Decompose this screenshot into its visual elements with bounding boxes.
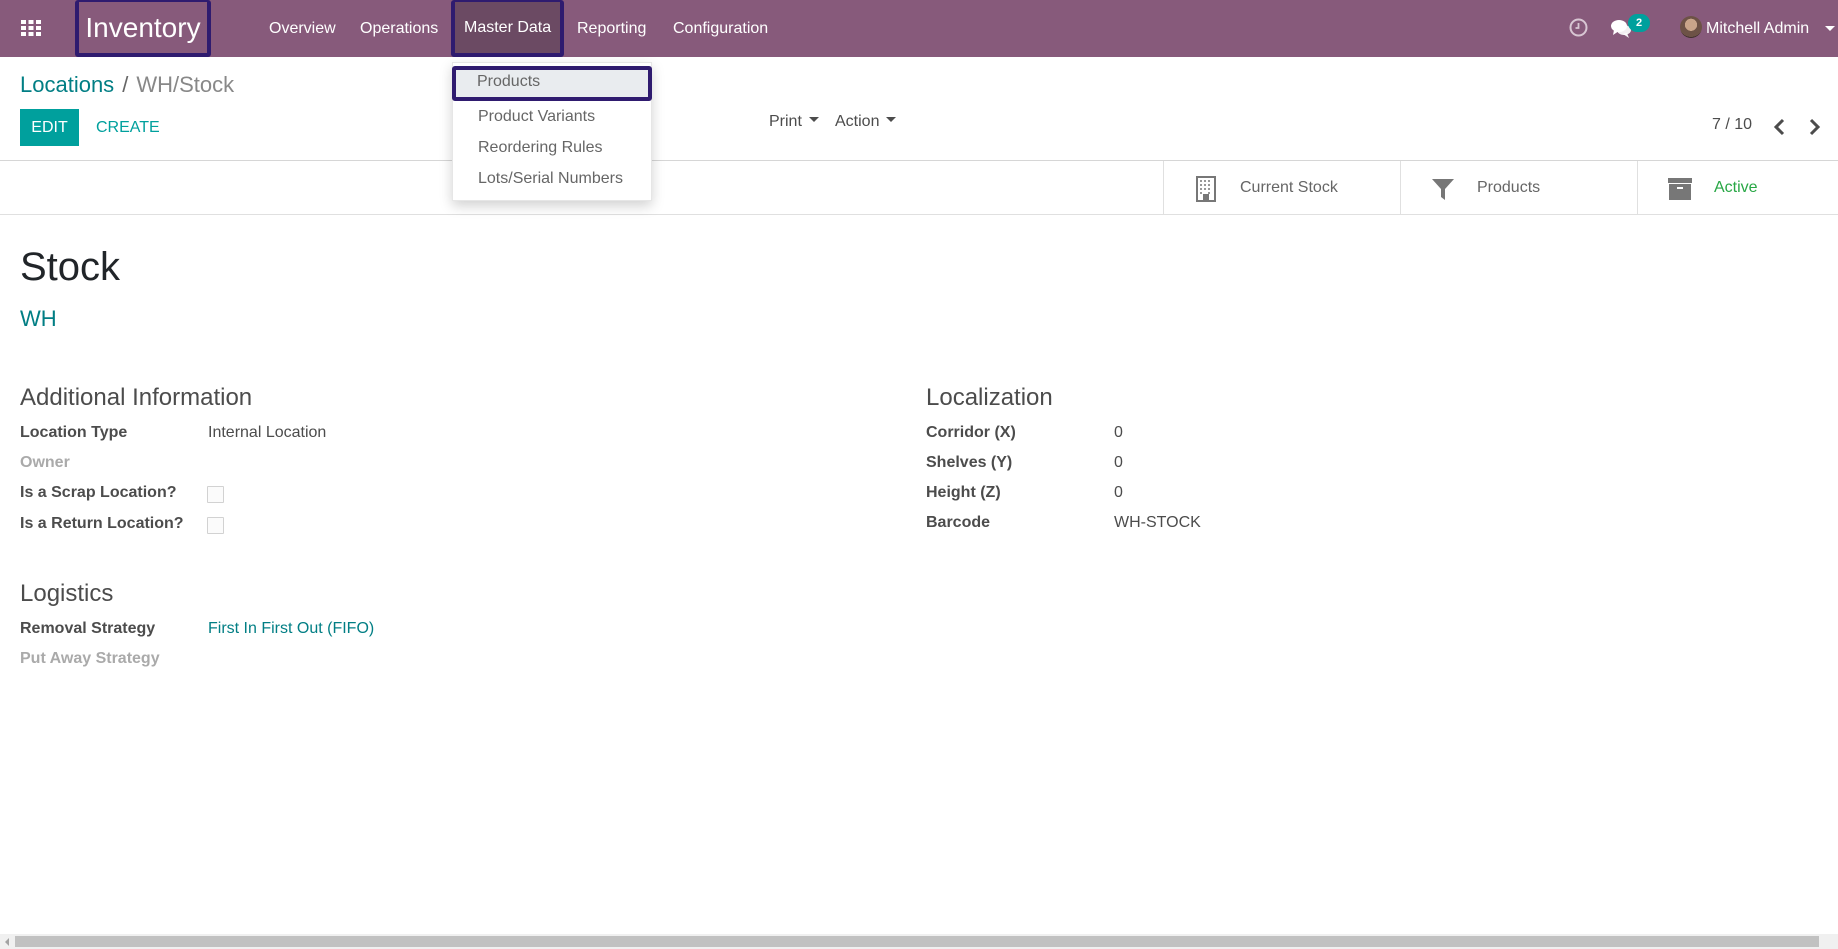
- active-status-label: Active: [1714, 179, 1758, 196]
- return-location-label: Is a Return Location?: [20, 515, 184, 532]
- menu-master-data[interactable]: Master Data: [451, 0, 565, 57]
- app-brand[interactable]: Inventory: [75, 0, 211, 57]
- owner-label: Owner: [20, 454, 70, 471]
- action-label: Action: [835, 113, 880, 130]
- removal-strategy-link[interactable]: First In First Out (FIFO): [208, 620, 374, 638]
- user-menu[interactable]: Mitchell Admin: [1706, 0, 1809, 57]
- barcode-label: Barcode: [926, 514, 991, 531]
- menu-operations[interactable]: Operations: [360, 0, 438, 57]
- chevron-left-icon: [1773, 118, 1785, 136]
- caret-down-icon: [886, 117, 897, 123]
- parent-location-link[interactable]: WH: [20, 306, 57, 332]
- height-label: Height (Z): [926, 484, 1001, 501]
- shelves-value: 0: [1114, 454, 1123, 471]
- removal-strategy-label: Removal Strategy: [20, 620, 156, 637]
- scrollbar-thumb[interactable]: [15, 936, 1819, 947]
- user-menu-caret-icon[interactable]: [1825, 26, 1835, 31]
- clock-icon[interactable]: [1569, 18, 1588, 37]
- menu-reporting[interactable]: Reporting: [577, 0, 646, 57]
- master-data-dropdown: Products Product Variants Reordering Rul…: [452, 62, 652, 201]
- print-label: Print: [769, 113, 802, 130]
- filter-icon: [1431, 176, 1455, 202]
- shelves-label: Shelves (Y): [926, 454, 1013, 471]
- action-dropdown[interactable]: Action: [835, 110, 897, 134]
- menu-configuration[interactable]: Configuration: [673, 0, 768, 57]
- height-value: 0: [1114, 484, 1123, 501]
- corridor-value: 0: [1114, 424, 1123, 441]
- current-stock-label: Current Stock: [1240, 179, 1338, 196]
- scrap-location-checkbox[interactable]: [207, 486, 224, 503]
- pager-value[interactable]: 7 / 10: [1712, 116, 1752, 134]
- dropdown-item-product-variants[interactable]: Product Variants: [453, 101, 651, 132]
- return-location-checkbox[interactable]: [207, 517, 224, 534]
- localization-title: Localization: [926, 384, 1053, 411]
- chevron-right-icon: [1809, 118, 1821, 136]
- dropdown-item-lots-serial-numbers[interactable]: Lots/Serial Numbers: [453, 163, 651, 194]
- location-type-value: Internal Location: [208, 424, 327, 441]
- scrap-location-label: Is a Scrap Location?: [20, 484, 177, 501]
- apps-grid-icon[interactable]: [20, 17, 42, 39]
- print-dropdown[interactable]: Print: [769, 110, 819, 134]
- building-icon: [1194, 176, 1218, 202]
- record-title: Stock: [20, 245, 121, 289]
- archive-icon: [1668, 176, 1692, 202]
- breadcrumb: Locations / WH/Stock: [20, 72, 234, 98]
- pager-previous-button[interactable]: [1770, 116, 1790, 138]
- menu-overview[interactable]: Overview: [269, 0, 336, 57]
- edit-button[interactable]: EDIT: [20, 109, 79, 146]
- breadcrumb-locations[interactable]: Locations: [20, 72, 114, 97]
- corridor-label: Corridor (X): [926, 424, 1016, 441]
- additional-information-title: Additional Information: [20, 384, 253, 411]
- put-away-strategy-label: Put Away Strategy: [20, 650, 160, 667]
- products-label: Products: [1477, 179, 1541, 196]
- horizontal-scrollbar[interactable]: [0, 934, 1838, 949]
- breadcrumb-current: WH/Stock: [136, 72, 235, 97]
- location-type-label: Location Type: [20, 424, 128, 441]
- caret-down-icon: [808, 117, 819, 123]
- messages-badge: 2: [1628, 14, 1650, 32]
- dropdown-item-reordering-rules[interactable]: Reordering Rules: [453, 132, 651, 163]
- logistics-title: Logistics: [20, 580, 114, 607]
- create-button[interactable]: CREATE: [84, 109, 172, 146]
- smart-button-box: Current Stock Products Active: [0, 161, 1838, 215]
- user-avatar[interactable]: [1680, 16, 1702, 38]
- active-toggle-button[interactable]: Active: [1637, 161, 1838, 215]
- top-navbar: Inventory Overview Operations Master Dat…: [0, 0, 1838, 57]
- breadcrumb-separator: /: [122, 72, 129, 97]
- pager-next-button[interactable]: [1804, 116, 1824, 138]
- barcode-value: WH-STOCK: [1114, 514, 1201, 531]
- scroll-left-arrow-icon[interactable]: [5, 938, 9, 946]
- dropdown-item-products[interactable]: Products: [452, 66, 652, 101]
- current-stock-button[interactable]: Current Stock: [1163, 161, 1400, 215]
- products-button[interactable]: Products: [1400, 161, 1637, 215]
